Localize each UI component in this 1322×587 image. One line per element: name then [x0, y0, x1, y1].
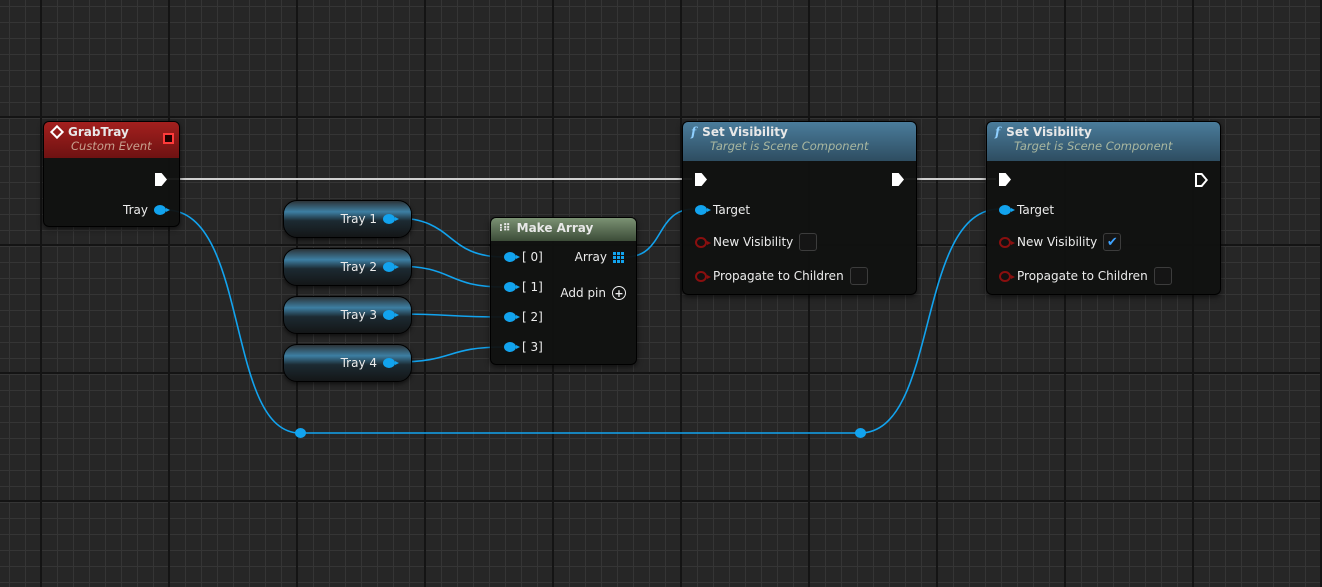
exec-in-pin[interactable] — [999, 173, 1011, 186]
exec-in-pin[interactable] — [695, 173, 707, 186]
variable-label: Tray 1 — [340, 212, 377, 226]
propagate-pin[interactable] — [695, 270, 711, 282]
variable-label: Tray 4 — [340, 356, 377, 370]
new-visibility-label: New Visibility — [1017, 235, 1098, 249]
node-title: Set Visibility — [1006, 125, 1092, 139]
tray1-wire[interactable] — [395, 217, 505, 258]
tray3-wire[interactable] — [395, 313, 505, 318]
pin-label: [ 0] — [522, 250, 543, 264]
exec-out-pin[interactable] — [155, 173, 167, 186]
new-visibility-checkbox[interactable] — [799, 233, 818, 251]
set-visibility-node-2[interactable]: f Set Visibility Target is Scene Componen… — [986, 121, 1221, 295]
new-visibility-pin[interactable] — [999, 236, 1015, 248]
add-pin-button[interactable]: Add pin + — [560, 286, 626, 300]
propagate-label: Propagate to Children — [713, 269, 844, 283]
node-subtitle: Custom Event — [71, 139, 152, 153]
tray-4-variable-node[interactable]: Tray 4 — [283, 344, 412, 382]
variable-output-pin[interactable] — [383, 262, 399, 272]
reroute-node-2[interactable] — [855, 428, 866, 438]
variable-label: Tray 3 — [340, 308, 377, 322]
variable-output-pin[interactable] — [383, 358, 399, 368]
pin-label: [ 1] — [522, 280, 543, 294]
node-title: Make Array — [516, 221, 594, 235]
new-visibility-label: New Visibility — [713, 235, 794, 249]
pin-label: [ 3] — [522, 340, 543, 354]
target-pin[interactable] — [695, 205, 711, 215]
propagate-checkbox[interactable] — [849, 267, 868, 285]
new-visibility-pin[interactable] — [695, 236, 711, 248]
event-diamond-icon — [49, 124, 65, 140]
node-header: ⁝⠿ Make Array — [491, 218, 636, 241]
array-input-pin-2[interactable] — [504, 312, 520, 322]
propagate-label: Propagate to Children — [1017, 269, 1148, 283]
variable-output-pin[interactable] — [383, 214, 399, 224]
array-input-pin-0[interactable] — [504, 252, 520, 262]
custom-event-node[interactable]: GrabTray Custom Event Tray — [43, 121, 180, 227]
node-title: GrabTray — [68, 125, 129, 139]
make-array-node[interactable]: ⁝⠿ Make Array [ 0] [ 1] [ 2] [ 3] Array A… — [490, 217, 637, 365]
tray-2-variable-node[interactable]: Tray 2 — [283, 248, 412, 286]
delegate-pin-icon[interactable] — [163, 133, 174, 144]
node-header: f Set Visibility Target is Scene Componen… — [683, 122, 916, 161]
function-icon: f — [995, 125, 1001, 139]
array-output-label: Array — [574, 250, 607, 264]
node-subtitle: Target is Scene Component — [1014, 139, 1173, 153]
tray-output-label: Tray — [123, 203, 148, 217]
node-subtitle: Target is Scene Component — [710, 139, 869, 153]
propagate-checkbox[interactable] — [1153, 267, 1172, 285]
exec-out-pin[interactable] — [892, 173, 904, 186]
node-title: Set Visibility — [702, 125, 788, 139]
make-array-icon: ⁝⠿ — [499, 222, 511, 234]
variable-output-pin[interactable] — [383, 310, 399, 320]
target-label: Target — [713, 203, 751, 217]
tray-output-pin[interactable] — [154, 205, 170, 215]
function-icon: f — [691, 125, 697, 139]
target-pin[interactable] — [999, 205, 1015, 215]
blueprint-graph-canvas[interactable]: GrabTray Custom Event Tray Tray 1 Tray 2… — [0, 0, 1322, 587]
reroute-node-1[interactable] — [295, 428, 306, 438]
tray-3-variable-node[interactable]: Tray 3 — [283, 296, 412, 334]
tray-1-variable-node[interactable]: Tray 1 — [283, 200, 412, 238]
propagate-pin[interactable] — [999, 270, 1015, 282]
array-input-pin-3[interactable] — [504, 342, 520, 352]
node-header: GrabTray Custom Event — [44, 122, 179, 158]
pin-label: [ 2] — [522, 310, 543, 324]
node-header: f Set Visibility Target is Scene Componen… — [987, 122, 1220, 161]
new-visibility-checkbox-checked[interactable]: ✔ — [1103, 233, 1122, 251]
add-pin-label: Add pin — [560, 286, 606, 300]
tray2-wire[interactable] — [395, 265, 505, 288]
tray4-wire[interactable] — [395, 346, 505, 363]
array-input-pin-1[interactable] — [504, 282, 520, 292]
exec-out-pin-unconnected[interactable] — [1195, 173, 1208, 187]
plus-circle-icon: + — [612, 286, 626, 300]
variable-label: Tray 2 — [340, 260, 377, 274]
target-label: Target — [1017, 203, 1055, 217]
array-grid-icon[interactable] — [613, 251, 624, 263]
set-visibility-node-1[interactable]: f Set Visibility Target is Scene Componen… — [682, 121, 917, 295]
